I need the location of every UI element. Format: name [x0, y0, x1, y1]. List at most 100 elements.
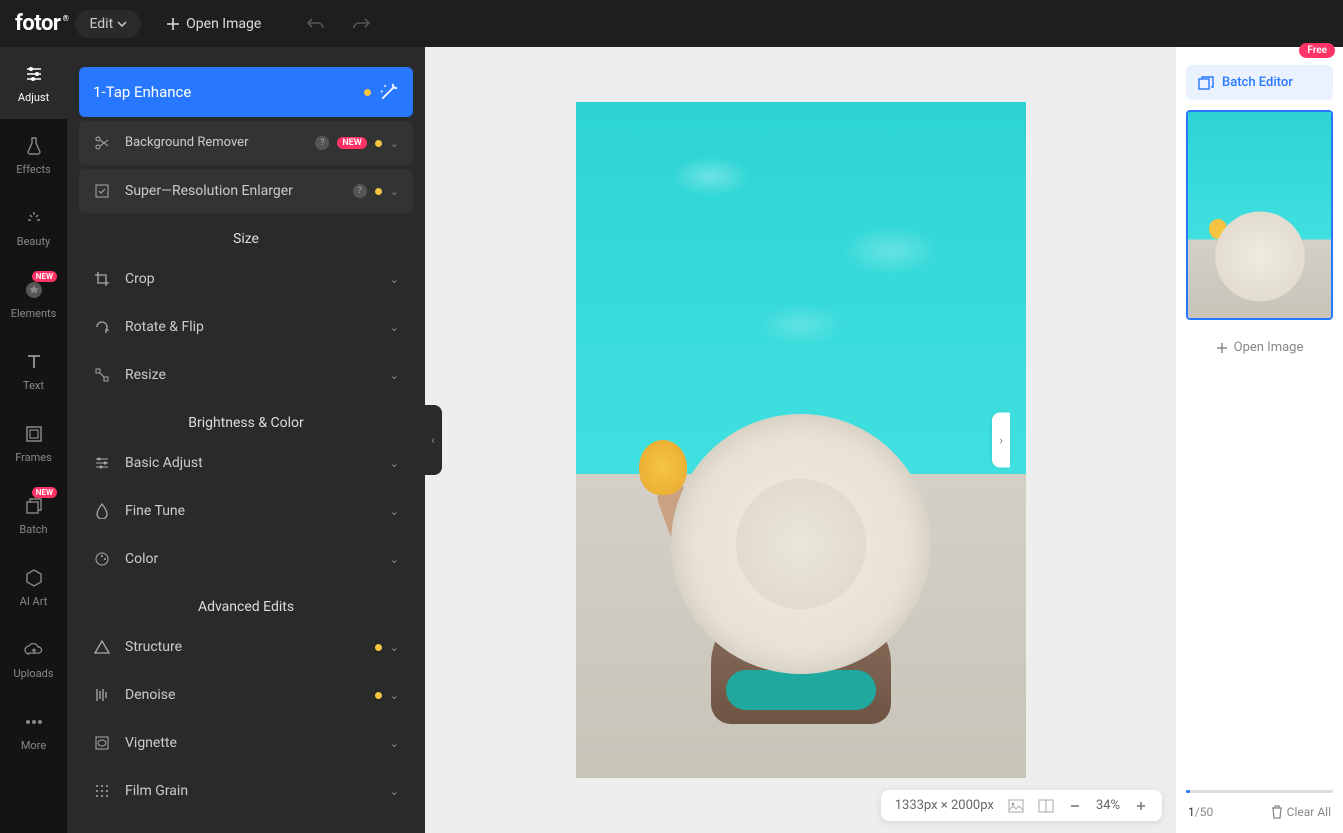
resize-icon	[93, 366, 111, 384]
rail-frames[interactable]: Frames	[0, 407, 67, 479]
rotate-icon	[93, 318, 111, 336]
chevron-down-icon: ⌄	[390, 689, 399, 702]
chevron-down-icon: ⌄	[390, 505, 399, 518]
image-thumbnail[interactable]	[1186, 110, 1333, 320]
enlarge-icon	[93, 182, 111, 200]
sliders-icon	[23, 63, 45, 85]
image-icon[interactable]	[1008, 799, 1024, 813]
canvas-image[interactable]	[576, 102, 1026, 778]
rail-label: Beauty	[17, 235, 51, 248]
rail-label: Elements	[11, 307, 57, 320]
edit-dropdown[interactable]: Edit	[75, 10, 141, 38]
rail-label: AI Art	[20, 595, 48, 608]
crop-tool[interactable]: Crop ⌄	[79, 257, 413, 301]
rail-text[interactable]: Text	[0, 335, 67, 407]
section-brightness: Brightness & Color	[79, 415, 413, 431]
trash-icon	[1271, 805, 1283, 819]
rotate-flip-tool[interactable]: Rotate & Flip ⌄	[79, 305, 413, 349]
chevron-down-icon	[117, 19, 127, 29]
image-count: 1/50	[1188, 805, 1213, 819]
frame-icon	[23, 423, 45, 445]
film-grain-tool[interactable]: Film Grain ⌄	[79, 769, 413, 813]
drop-icon	[93, 502, 111, 520]
expand-right-panel-handle[interactable]: ›	[992, 413, 1010, 468]
open-image-right-button[interactable]: Open Image	[1186, 332, 1333, 363]
sparkle-icon	[23, 207, 45, 229]
rail-batch[interactable]: NEW Batch	[0, 479, 67, 551]
open-image-button[interactable]: Open Image	[166, 16, 261, 32]
chevron-down-icon: ⌄	[390, 737, 399, 750]
rail-beauty[interactable]: Beauty	[0, 191, 67, 263]
chevron-down-icon: ⌄	[390, 553, 399, 566]
structure-tool[interactable]: Structure ⌄	[79, 625, 413, 669]
batch-editor-button[interactable]: Batch Editor	[1186, 65, 1333, 100]
denoise-tool[interactable]: Denoise ⌄	[79, 673, 413, 717]
rail-label: Frames	[15, 451, 52, 464]
collapse-panel-handle[interactable]: ‹	[424, 405, 442, 475]
chevron-down-icon: ⌄	[390, 321, 399, 334]
rail-label: Effects	[16, 163, 51, 176]
logo: fotor®	[15, 11, 60, 36]
compare-icon[interactable]	[1038, 799, 1054, 813]
basic-adjust-tool[interactable]: Basic Adjust ⌄	[79, 441, 413, 485]
batch-icon	[1198, 76, 1214, 90]
rail-adjust[interactable]: Adjust	[0, 47, 67, 119]
rail-label: Batch	[19, 523, 47, 536]
resize-tool[interactable]: Resize ⌄	[79, 353, 413, 397]
help-icon: ?	[315, 136, 329, 150]
rail-uploads[interactable]: Uploads	[0, 623, 67, 695]
grain-icon	[93, 782, 111, 800]
help-icon: ?	[353, 184, 367, 198]
left-icon-rail: Adjust Effects Beauty NEW Elements Text …	[0, 47, 67, 833]
rail-ai-art[interactable]: AI Art	[0, 551, 67, 623]
image-dimensions: 1333px × 2000px	[895, 798, 994, 813]
new-badge: NEW	[32, 271, 57, 282]
chevron-down-icon: ⌄	[390, 457, 399, 470]
premium-dot-icon	[375, 140, 382, 147]
chevron-down-icon: ⌄	[390, 641, 399, 654]
rail-label: Uploads	[13, 667, 53, 680]
canvas-status-bar: 1333px × 2000px 34%	[881, 790, 1162, 821]
text-icon	[23, 351, 45, 373]
rail-elements[interactable]: NEW Elements	[0, 263, 67, 335]
triangle-icon	[93, 638, 111, 656]
premium-dot-icon	[375, 692, 382, 699]
undo-button[interactable]	[306, 16, 326, 32]
top-bar: fotor® Edit Open Image	[0, 0, 1343, 47]
flask-icon	[23, 135, 45, 157]
image-count-progress	[1186, 790, 1333, 793]
chevron-down-icon: ⌄	[390, 785, 399, 798]
chevron-down-icon: ⌄	[390, 137, 399, 150]
one-tap-enhance[interactable]: 1-Tap Enhance	[79, 67, 413, 117]
rail-label: Adjust	[18, 91, 49, 104]
rail-label: Text	[23, 379, 44, 392]
super-resolution[interactable]: Super—Resolution Enlarger ? ⌄	[79, 169, 413, 213]
redo-button[interactable]	[351, 16, 371, 32]
scissors-icon	[93, 134, 111, 152]
adjust-icon	[93, 454, 111, 472]
chevron-down-icon: ⌄	[390, 369, 399, 382]
background-remover[interactable]: Background Remover ? NEW ⌄	[79, 121, 413, 165]
zoom-level: 34%	[1096, 798, 1120, 813]
clear-all-button[interactable]: Clear All	[1271, 805, 1331, 819]
new-badge: NEW	[32, 487, 57, 498]
wand-icon	[379, 82, 399, 102]
plus-icon	[1216, 342, 1228, 354]
new-badge: NEW	[337, 137, 366, 149]
free-badge: Free	[1299, 43, 1335, 58]
adjust-panel: 1-Tap Enhance Background Remover ? NEW ⌄…	[67, 47, 425, 833]
right-panel: Free Batch Editor Open Image 1/50 Clear …	[1176, 47, 1343, 833]
chevron-down-icon: ⌄	[390, 273, 399, 286]
premium-dot-icon	[375, 188, 382, 195]
zoom-out-button[interactable]	[1068, 799, 1082, 813]
section-size: Size	[79, 231, 413, 247]
cloud-upload-icon	[23, 639, 45, 661]
fine-tune-tool[interactable]: Fine Tune ⌄	[79, 489, 413, 533]
chevron-down-icon: ⌄	[390, 185, 399, 198]
rail-more[interactable]: More	[0, 695, 67, 767]
plus-icon	[166, 17, 180, 31]
rail-effects[interactable]: Effects	[0, 119, 67, 191]
color-tool[interactable]: Color ⌄	[79, 537, 413, 581]
zoom-in-button[interactable]	[1134, 799, 1148, 813]
vignette-tool[interactable]: Vignette ⌄	[79, 721, 413, 765]
